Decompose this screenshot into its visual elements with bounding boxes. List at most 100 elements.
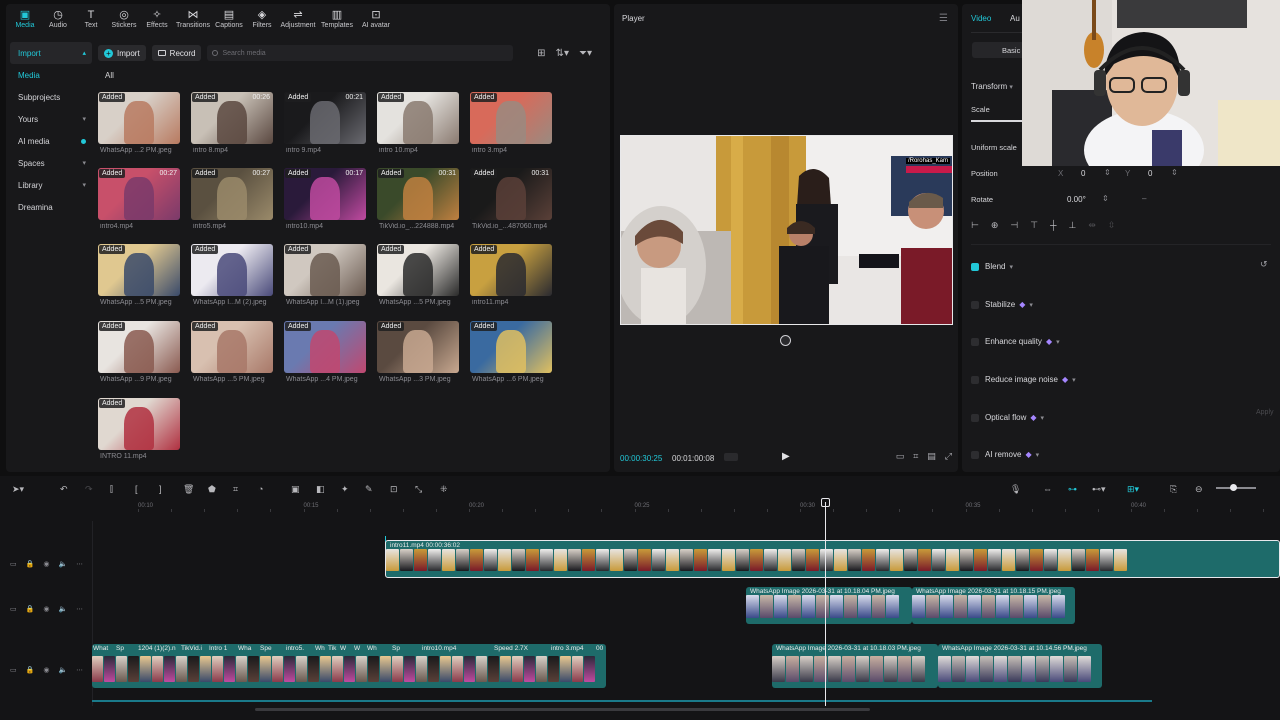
microphone-icon[interactable]: 🎙 [1010,484,1021,495]
align-center-icon[interactable]: ⊕ [991,220,999,231]
media-item[interactable]: Added WhatsApp ...4 PM.jpeg [284,321,366,383]
align-right-icon[interactable]: ⊣ [1010,220,1018,231]
rotate-reset-icon[interactable]: – [1142,194,1146,203]
checkbox-reduce-image-noise[interactable] [971,376,979,384]
eye-icon[interactable]: ◉ [43,560,49,568]
tool-filters[interactable]: ◈ Filters [247,4,277,34]
align-left-icon[interactable]: ⊢ [971,220,979,231]
media-item[interactable]: Added WhatsApp ...6 PM.jpeg [470,321,552,383]
cover-icon[interactable]: ▭ [10,666,17,674]
media-item[interactable]: Added 00:31 TikVid.io_...487060.mp4 [470,168,552,230]
lock-icon[interactable]: 🔒 [26,666,35,674]
position-x-stepper-icon[interactable]: ⇕ [1104,168,1111,177]
redo-icon[interactable]: ↷ [85,484,93,495]
rotate-handle[interactable] [780,335,791,346]
timeline-ruler[interactable]: 00:10 00:15 00:20 00:25 00:30 00:35 00:40 [92,500,1280,512]
align-bottom-icon[interactable]: ⊥ [1068,220,1076,231]
sort-icon[interactable]: ⇅▾ [556,48,569,59]
rotate-field[interactable]: 0.00° [1067,195,1086,204]
tab-audio[interactable]: Au [1010,14,1020,23]
sidebar-item-yours[interactable]: Yours ▾ [10,108,92,130]
sidebar-item-media[interactable]: Media [10,64,92,86]
clip-overlay-a[interactable]: WhatsApp Image 2026-03-31 at 10.18.04 PM… [746,587,912,624]
transform-tool-icon[interactable]: ⤡ [415,484,422,495]
clip-lower-mix[interactable]: What Sp 1204 (1)(2).n TikVid.i Intro 1 Wha Spe… [92,644,606,688]
apply-button[interactable]: Apply [1256,409,1274,416]
audio-icon[interactable]: 🔈 [58,560,67,568]
lock-icon[interactable]: 🔒 [26,560,35,568]
tool-audio[interactable]: ◷ Audio [43,4,73,34]
distribute-h-icon[interactable]: ⇹ [1088,220,1096,231]
lock-icon[interactable]: 🔒 [26,605,35,613]
position-y-stepper-icon[interactable]: ⇕ [1171,168,1178,177]
menu-icon[interactable]: ☰ [939,13,948,24]
crop-icon[interactable]: ⌗ [913,451,918,462]
media-item[interactable]: Added WhatsApp ...5 PM.jpeg [191,321,273,383]
media-item[interactable]: Added WhatsApp ...5 PM.jpeg [98,244,180,306]
more-icon[interactable]: ⋯ [76,605,83,613]
sidebar-item-ai-media[interactable]: AI media [10,130,92,152]
media-item[interactable]: Added 00:26 intro 8.mp4 [191,92,273,154]
tool-media[interactable]: ▣ Media [10,4,40,34]
timeline-scrollbar[interactable] [255,708,870,711]
media-item[interactable]: Added intro 3.mp4 [470,92,552,154]
rotate-stepper-icon[interactable]: ⇕ [1102,194,1109,203]
blend-reset-icon[interactable]: ↺ [1260,259,1268,270]
sidebar-item-dreamina[interactable]: Dreamina [10,196,92,218]
more-icon[interactable]: ⋯ [76,666,83,674]
split-right-icon[interactable]: ] [159,484,162,494]
ai-edit-icon[interactable]: ✎ [365,484,373,495]
fit-icon[interactable]: ⊡ [390,484,398,495]
filter-all-label[interactable]: All [105,71,114,80]
distribute-v-icon[interactable]: ⇳ [1108,220,1116,231]
align-middle-icon[interactable]: ┼ [1050,220,1056,231]
video-preview[interactable]: /Rorohas_Kam [620,135,953,325]
tool-effects[interactable]: ✧ Effects [142,4,172,34]
tab-video[interactable]: Video [971,14,991,23]
search-input[interactable]: Search media [207,45,514,61]
snap-icon[interactable]: ⊷▾ [1092,484,1106,495]
play-button[interactable]: ▶ [782,451,790,462]
playhead[interactable] [825,502,826,706]
media-item[interactable]: Added 00:21 intro 9.mp4 [284,92,366,154]
feature-optical-flow[interactable]: Optical flow ◆ ▾ [985,413,1044,422]
link-icon[interactable]: ⇔ [1043,484,1052,494]
checkbox-enhance-quality[interactable] [971,338,979,346]
magnet-icon[interactable]: ⊶ [1068,484,1077,495]
mask-icon[interactable]: ⬟ [208,484,216,495]
media-item[interactable]: Added WhatsApp I...M (2).jpeg [191,244,273,306]
media-item[interactable]: Added intro11.mp4 [470,244,552,306]
import-button[interactable]: + Import [98,45,146,61]
split-icon[interactable]: ⫿ [110,484,113,495]
tool-text[interactable]: T Text [76,4,106,34]
eye-icon[interactable]: ◉ [43,666,49,674]
effect-icon[interactable]: ✦ [341,484,349,495]
tool-captions[interactable]: ▤ Captions [214,4,244,34]
clip-lower-b[interactable]: WhatsApp Image 2026-03-31 at 10.14.56 PM… [938,644,1102,688]
align-top-icon[interactable]: ⊤ [1030,220,1038,231]
feature-reduce-image-noise[interactable]: Reduce image noise ◆ ▾ [985,375,1076,384]
delete-icon[interactable]: 🗑 [183,484,194,495]
sidebar-item-spaces[interactable]: Spaces ▾ [10,152,92,174]
cover-icon[interactable]: ▭ [10,560,17,568]
speed-icon[interactable]: ◔ [258,484,263,494]
record-button[interactable]: Record [151,45,202,61]
select-tool-icon[interactable]: ➤▾ [12,484,24,495]
tool-templates[interactable]: ▥ Templates [319,4,355,34]
media-item[interactable]: Added intro 10.mp4 [377,92,459,154]
media-item[interactable]: Added WhatsApp ...3 PM.jpeg [377,321,459,383]
undo-icon[interactable]: ↶ [60,484,68,495]
feature-ai-remove[interactable]: AI remove ◆ ▾ [985,450,1039,459]
tool-transitions[interactable]: ⋈ Transitions [175,4,211,34]
media-item[interactable]: Added WhatsApp ...2 PM.jpeg [98,92,180,154]
more-icon[interactable]: ⋯ [76,560,83,568]
clip-lower-a[interactable]: WhatsApp Image 2026-03-31 at 10.18.03 PM… [772,644,938,688]
tool-adjustment[interactable]: ⇌ Adjustment [280,4,316,34]
stabilize-tool-icon[interactable]: ⁜ [440,484,448,495]
media-item[interactable]: Added WhatsApp ...9 PM.jpeg [98,321,180,383]
clip-overlay-b[interactable]: WhatsApp Image 2026-03-31 at 10.18.15 PM… [912,587,1075,624]
clip-main[interactable]: intro11.mp4 00:00:36:02 [385,540,1280,578]
media-item[interactable]: Added INTRO 11.mp4 [98,398,180,460]
media-item[interactable]: Added WhatsApp I...M (1).jpeg [284,244,366,306]
sidebar-item-library[interactable]: Library ▾ [10,174,92,196]
